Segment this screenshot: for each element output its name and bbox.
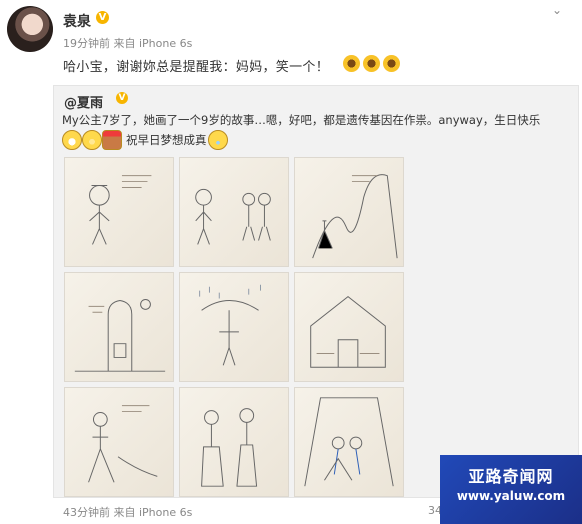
chevron-down-icon[interactable]: ⌄ [548,1,566,19]
sunflower-icon [383,55,400,72]
post-text: 哈小宝，谢谢妳总是提醒我：妈妈，笑一个！ [63,60,330,75]
sunflower-icon [343,55,360,72]
drawing-tile[interactable] [64,387,174,497]
cake-emoji-icon [102,130,122,150]
grin-emoji-icon [82,130,102,150]
drawing-grid [64,157,404,497]
drawing-tile[interactable] [294,272,404,382]
drawing-tile[interactable] [294,157,404,267]
post-time-source: 19分钟前 来自 iPhone 6s [63,37,193,50]
cry-emoji-icon [208,130,228,150]
drawing-tile[interactable] [294,387,404,497]
repost-text-second: 祝早日梦想成真 [126,133,207,147]
site-watermark: 亚路奇闻网 www.yaluw.com [440,455,582,524]
verified-badge-icon: V [96,11,109,24]
repost-card: @夏雨 V My公主7岁了，她画了一个9岁的故事…嗯，好吧，都是遗传基因在作祟。… [53,85,579,498]
weibo-post: 袁泉 V ⌄ 19分钟前 来自 iPhone 6s 哈小宝，谢谢妳总是提醒我：妈… [0,0,582,524]
verified-badge-icon: V [116,92,128,104]
repost-time-source: 43分钟前 来自 iPhone 6s [63,506,193,519]
post-user-name[interactable]: 袁泉 [63,11,91,31]
avatar[interactable] [7,6,53,52]
drawing-tile[interactable] [179,272,289,382]
watermark-line-1: 亚路奇闻网 [468,467,554,486]
drawing-tile[interactable] [64,272,174,382]
drawing-tile[interactable] [64,157,174,267]
watermark-line-2: www.yaluw.com [456,489,566,503]
sunflower-icon [363,55,380,72]
repost-text: My公主7岁了，她画了一个9岁的故事…嗯，好吧，都是遗传基因在作祟。anyway… [62,113,541,127]
drawing-tile[interactable] [179,387,289,497]
drawing-tile[interactable] [179,157,289,267]
repost-user-name[interactable]: @夏雨 [64,92,103,111]
laugh-emoji-icon [62,130,82,150]
